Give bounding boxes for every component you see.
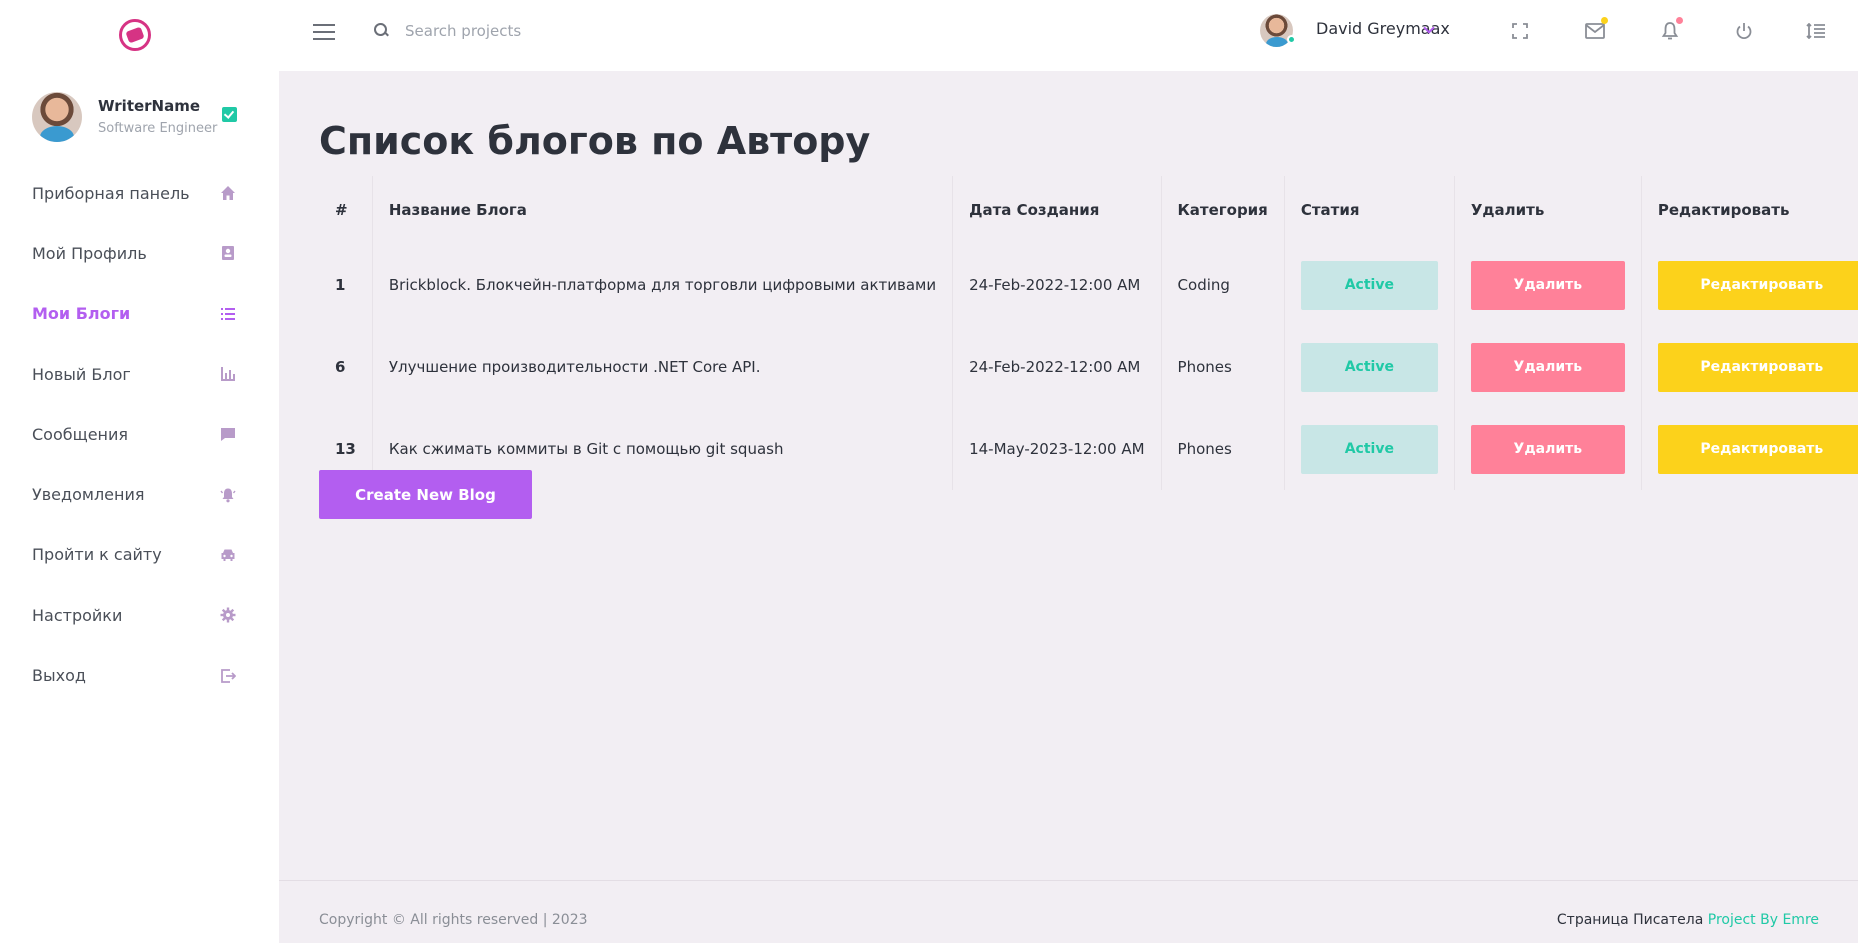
- sidebar-item-notifications[interactable]: Уведомления: [0, 464, 279, 524]
- blog-date: 24-Feb-2022-12:00 AM: [952, 244, 1162, 326]
- sidebar-item-messages[interactable]: Сообщения: [0, 404, 279, 464]
- blog-date: 14-May-2023-12:00 AM: [952, 408, 1162, 490]
- sidebar-item-label: Сообщения: [32, 424, 129, 444]
- sidebar-item-go-to-site[interactable]: Пройти к сайту: [0, 525, 279, 585]
- user-menu[interactable]: David Greymaax: [1260, 14, 1450, 50]
- bar-chart-icon: [219, 365, 237, 383]
- create-new-blog-button[interactable]: Create New Blog: [319, 470, 532, 519]
- chat-icon: [219, 425, 237, 443]
- sidebar-item-my-blogs[interactable]: Мои Блоги: [0, 284, 279, 344]
- sidebar-nav: Приборная панель Мой Профиль Мои Блоги Н…: [0, 163, 279, 706]
- profile-card-icon: [219, 244, 237, 262]
- bell-icon[interactable]: [1659, 17, 1683, 42]
- hamburger-menu-icon[interactable]: [313, 24, 335, 40]
- column-header-title: Название Блога: [372, 176, 954, 244]
- status-button[interactable]: Active: [1300, 424, 1438, 474]
- mail-badge: [1601, 17, 1608, 24]
- column-header-edit: Редактировать: [1657, 201, 1790, 219]
- status-button[interactable]: Active: [1300, 342, 1438, 392]
- edit-cell: Редактировать: [1641, 408, 1858, 490]
- search-input[interactable]: [405, 18, 705, 44]
- avatar[interactable]: [32, 92, 82, 142]
- sidebar-item-label: Мой Профиль: [32, 243, 147, 263]
- table-header-row: # Название Блога Дата Создания Категория…: [319, 176, 1858, 244]
- sidebar-item-label: Уведомления: [32, 485, 145, 505]
- blog-title: Улучшение производительности .NET Core A…: [372, 326, 954, 408]
- sidebar-item-logout[interactable]: Выход: [0, 645, 279, 705]
- sidebar-item-label: Выход: [32, 666, 86, 686]
- blog-date: 24-Feb-2022-12:00 AM: [952, 326, 1162, 408]
- profile-role: Software Engineer: [98, 121, 218, 136]
- table-row: 1 Brickblock. Блокчейн-платформа для тор…: [319, 244, 1858, 326]
- copyright-text: Copyright © All rights reserved | 2023: [319, 912, 588, 928]
- edit-cell: Редактировать: [1641, 244, 1858, 326]
- edit-button[interactable]: Редактировать: [1657, 260, 1858, 310]
- edit-button[interactable]: Редактировать: [1657, 342, 1858, 392]
- blog-category: Phones: [1161, 408, 1285, 490]
- notification-badge: [1676, 17, 1683, 24]
- sidebar-item-profile[interactable]: Мой Профиль: [0, 223, 279, 283]
- column-header-category: Категория: [1161, 176, 1285, 244]
- status-button[interactable]: Active: [1300, 260, 1438, 310]
- sidebar-item-label: Новый Блог: [32, 364, 131, 384]
- table-row: 13 Как сжимать коммиты в Git с помощью g…: [319, 408, 1858, 490]
- profile-name: WriterName: [98, 97, 201, 115]
- car-icon: [219, 546, 237, 564]
- blog-title: Brickblock. Блокчейн-платформа для торго…: [372, 244, 954, 326]
- page-title: Список блогов по Автору: [319, 119, 871, 163]
- footer: Copyright © All rights reserved | 2023 С…: [279, 880, 1858, 943]
- gear-icon: [219, 606, 237, 624]
- blog-category: Coding: [1161, 244, 1285, 326]
- column-header-id: #: [319, 176, 373, 244]
- project-link[interactable]: Project By Emre: [1708, 912, 1819, 928]
- home-icon: [219, 184, 237, 202]
- sidebar-profile: WriterName Software Engineer: [32, 92, 247, 142]
- column-header-delete: Удалить: [1454, 176, 1642, 244]
- sort-list-icon[interactable]: [1805, 20, 1827, 42]
- delete-cell: Удалить: [1454, 244, 1642, 326]
- delete-cell: Удалить: [1454, 326, 1642, 408]
- edit-button[interactable]: Редактировать: [1657, 424, 1858, 474]
- edit-cell: Редактировать: [1641, 326, 1858, 408]
- sidebar-item-dashboard[interactable]: Приборная панель: [0, 163, 279, 223]
- logout-icon: [219, 667, 237, 685]
- status-cell: Active: [1284, 326, 1455, 408]
- power-icon[interactable]: [1733, 20, 1755, 42]
- top-bar: David Greymaax: [279, 0, 1858, 71]
- footer-credit: Страница Писатела Project By Emre: [1557, 912, 1819, 928]
- sidebar-item-new-blog[interactable]: Новый Блог: [0, 344, 279, 404]
- bell-ring-icon: [219, 486, 237, 504]
- sidebar-item-label: Мои Блоги: [32, 304, 131, 324]
- delete-button[interactable]: Удалить: [1470, 260, 1625, 310]
- delete-cell: Удалить: [1454, 408, 1642, 490]
- online-status-dot: [1287, 35, 1296, 44]
- status-cell: Active: [1284, 408, 1455, 490]
- blog-id: 1: [319, 244, 373, 326]
- blog-table: # Название Блога Дата Создания Категория…: [319, 176, 1858, 490]
- delete-button[interactable]: Удалить: [1470, 342, 1625, 392]
- main-content: Список блогов по Автору # Название Блога…: [279, 71, 1858, 880]
- search-icon: [374, 23, 388, 37]
- column-header-status: Статия: [1284, 176, 1455, 244]
- sidebar-item-label: Пройти к сайту: [32, 545, 162, 565]
- blog-id: 6: [319, 326, 373, 408]
- delete-button[interactable]: Удалить: [1470, 424, 1625, 474]
- sidebar-item-label: Настройки: [32, 605, 123, 625]
- verified-badge-icon: [222, 107, 237, 122]
- column-header-date: Дата Создания: [952, 176, 1162, 244]
- table-row: 6 Улучшение производительности .NET Core…: [319, 326, 1858, 408]
- blog-category: Phones: [1161, 326, 1285, 408]
- footer-credit-label: Страница Писатела: [1556, 912, 1704, 928]
- sidebar: WriterName Software Engineer Приборная п…: [0, 0, 279, 943]
- sidebar-item-settings[interactable]: Настройки: [0, 585, 279, 645]
- mail-icon[interactable]: [1584, 17, 1608, 42]
- app-logo[interactable]: [119, 19, 151, 51]
- fullscreen-icon[interactable]: [1509, 20, 1531, 42]
- sidebar-item-label: Приборная панель: [32, 183, 190, 203]
- status-cell: Active: [1284, 244, 1455, 326]
- list-icon: [219, 305, 237, 323]
